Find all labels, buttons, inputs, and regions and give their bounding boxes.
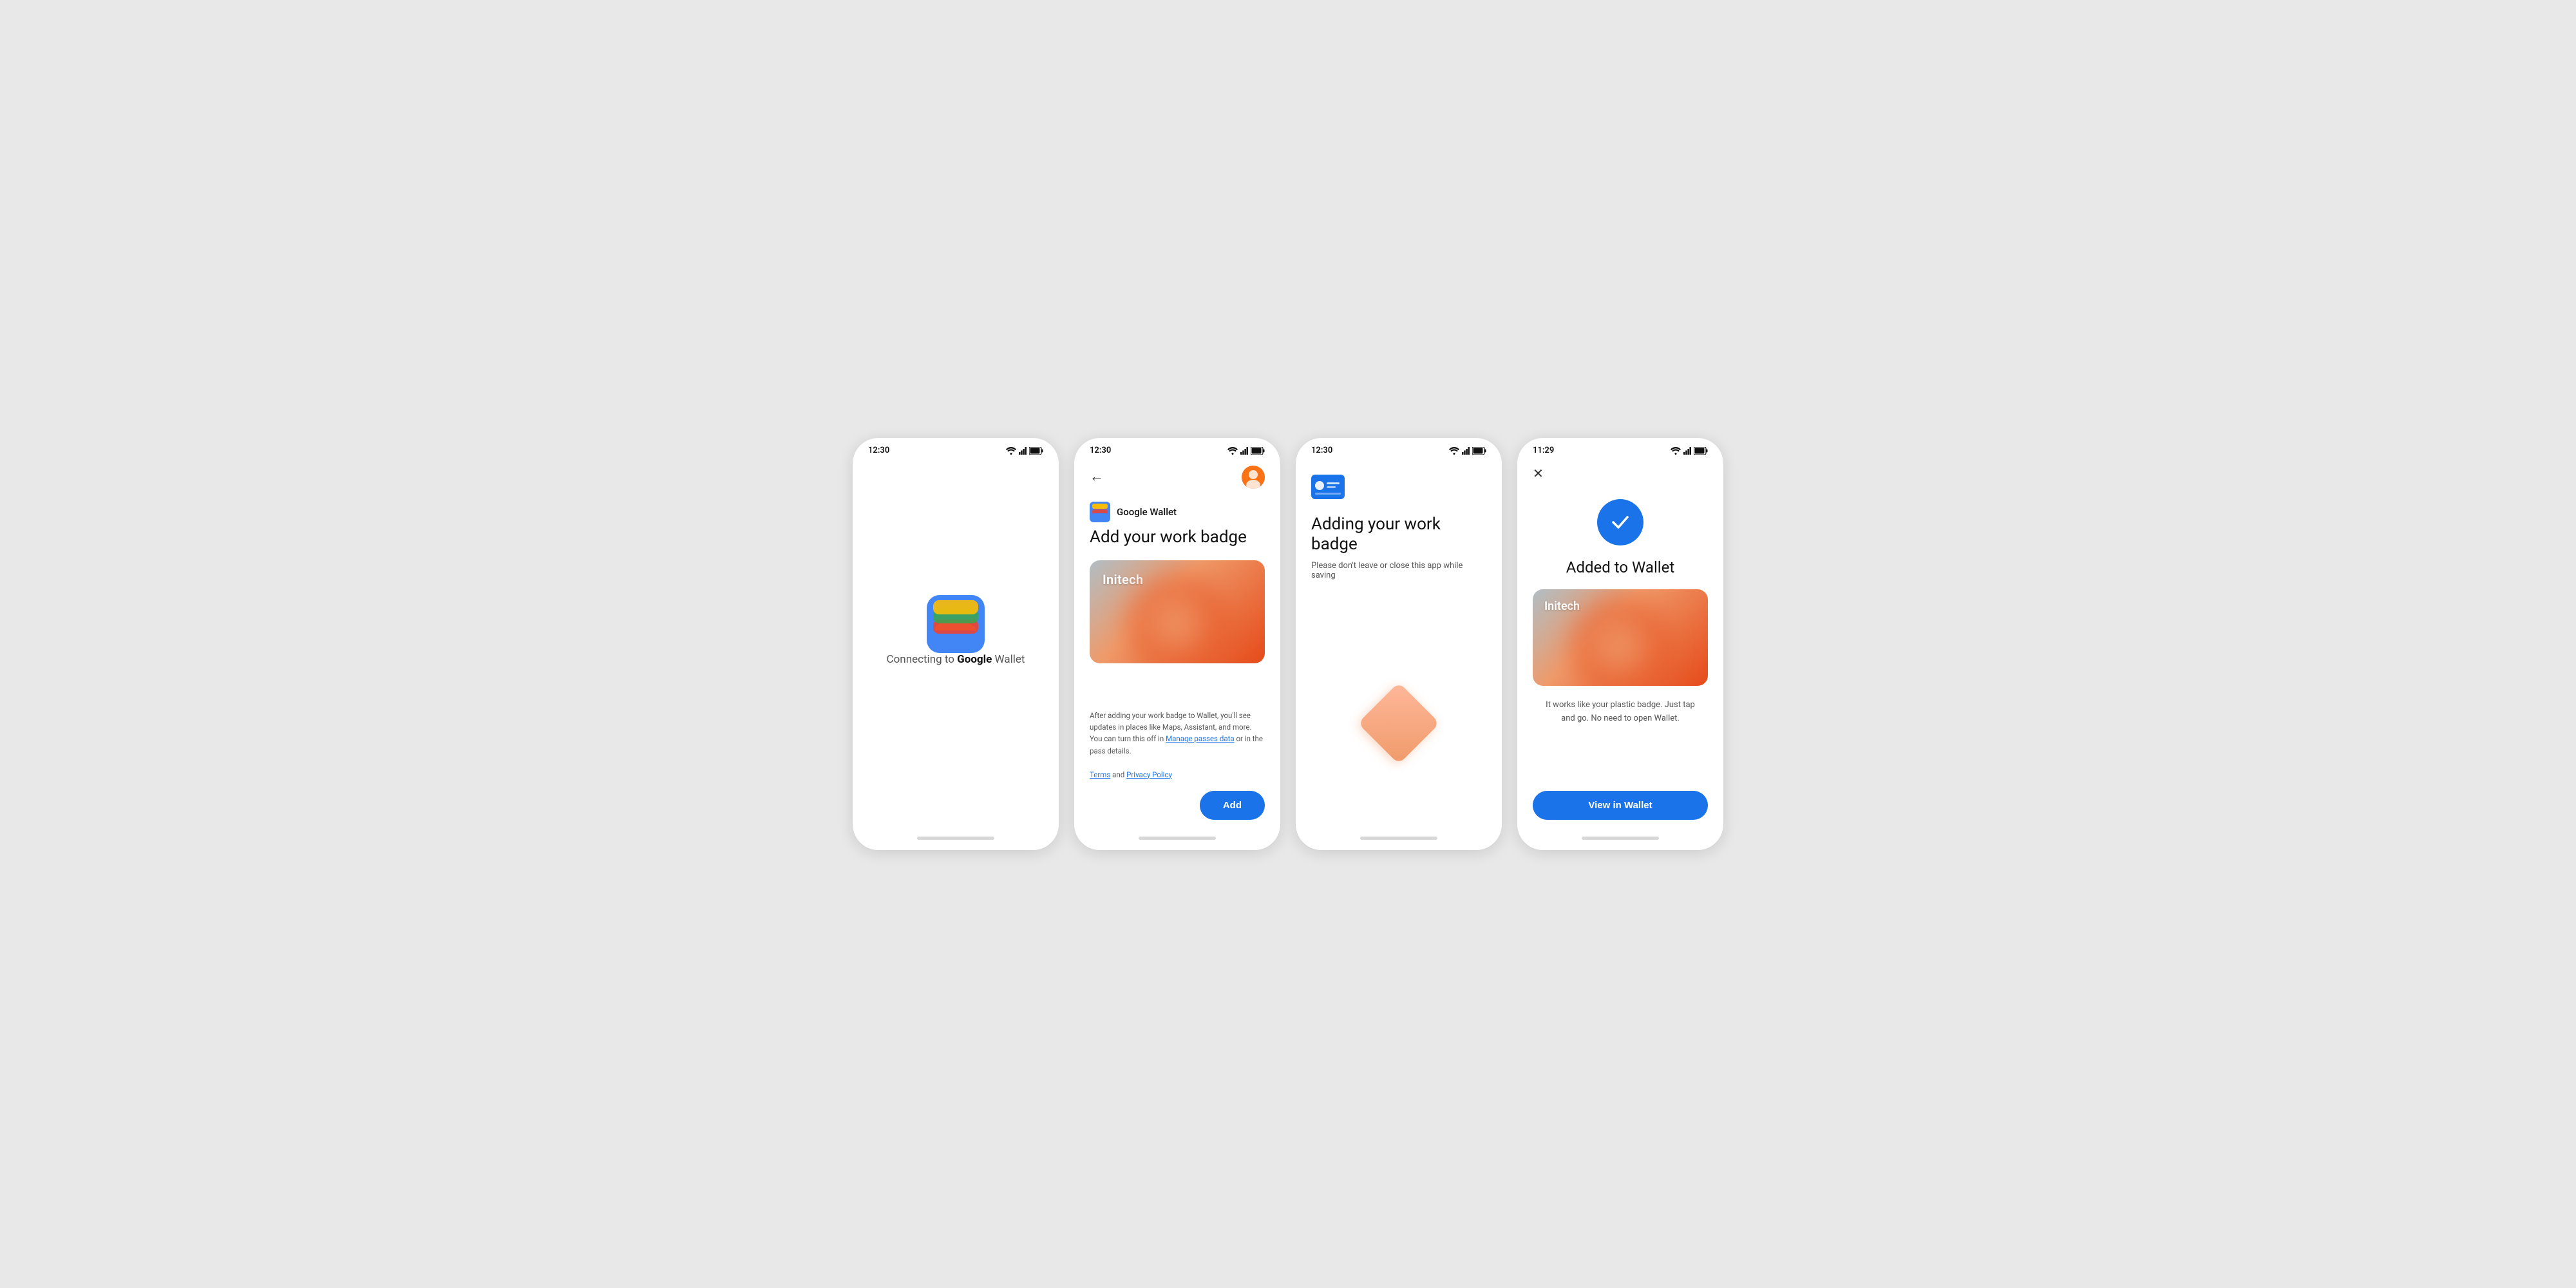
time-3: 12:30 bbox=[1311, 446, 1332, 455]
status-icons-2 bbox=[1227, 447, 1265, 455]
wifi-icon-4 bbox=[1671, 447, 1681, 455]
checkmark-icon bbox=[1609, 511, 1632, 534]
diamond-loader-wrapper bbox=[1311, 632, 1486, 815]
status-icons-4 bbox=[1671, 447, 1708, 455]
google-wallet-logo-text: Google Wallet bbox=[1117, 506, 1177, 518]
home-indicator-2 bbox=[1139, 837, 1216, 840]
diamond-loader bbox=[1358, 683, 1439, 764]
add-button[interactable]: Add bbox=[1200, 791, 1265, 820]
signal-icon-4 bbox=[1683, 447, 1691, 455]
status-bar-2: 12:30 bbox=[1074, 438, 1280, 459]
view-in-wallet-button[interactable]: View in Wallet bbox=[1533, 791, 1708, 820]
wifi-icon bbox=[1006, 447, 1016, 455]
connecting-text: Connecting to Google Wallet bbox=[887, 653, 1025, 666]
badge-card-name-2: Initech bbox=[1103, 572, 1143, 587]
battery-icon-2 bbox=[1251, 447, 1265, 455]
status-bar-1: 12:30 bbox=[853, 438, 1059, 459]
phone-screen-3: 12:30 Adding your work badge Please don'… bbox=[1296, 438, 1502, 850]
back-button[interactable]: ← bbox=[1090, 470, 1104, 484]
phone-screen-1: 12:30 bbox=[853, 438, 1059, 850]
status-icons-3 bbox=[1449, 447, 1486, 455]
phone-screen-2: 12:30 ← Google Wallet Add your work badg… bbox=[1074, 438, 1280, 850]
signal-icon bbox=[1019, 447, 1027, 455]
battery-icon bbox=[1029, 447, 1043, 455]
screen2-content: ← Google Wallet Add your work badge Init… bbox=[1074, 459, 1280, 830]
tap-go-text: It works like your plastic badge. Just t… bbox=[1533, 699, 1708, 726]
badge-card-name-4: Initech bbox=[1544, 600, 1580, 613]
battery-icon-3 bbox=[1472, 447, 1486, 455]
screen3-content: Adding your work badge Please don't leav… bbox=[1296, 459, 1502, 830]
time-4: 11:29 bbox=[1533, 446, 1554, 455]
signal-icon-2 bbox=[1240, 447, 1248, 455]
terms-link[interactable]: Terms bbox=[1090, 770, 1110, 779]
screen4-content: ✕ Added to Wallet Initech It works like … bbox=[1517, 459, 1723, 830]
manage-passes-link[interactable]: Manage passes data bbox=[1166, 734, 1235, 743]
add-badge-title: Add your work badge bbox=[1090, 527, 1265, 547]
close-button[interactable]: ✕ bbox=[1533, 467, 1708, 480]
time-2: 12:30 bbox=[1090, 446, 1111, 455]
badge-card-2: Initech bbox=[1090, 560, 1265, 663]
wifi-icon-2 bbox=[1227, 447, 1238, 455]
avatar bbox=[1242, 466, 1265, 489]
google-wallet-logo-icon bbox=[1090, 502, 1110, 522]
id-card-icon bbox=[1311, 475, 1345, 499]
status-bar-3: 12:30 bbox=[1296, 438, 1502, 459]
privacy-link[interactable]: Privacy Policy bbox=[1126, 770, 1172, 779]
time-1: 12:30 bbox=[868, 446, 889, 455]
wallet-icon bbox=[927, 595, 985, 653]
phone-screen-4: 11:29 ✕ Added to Wallet Initech It works… bbox=[1517, 438, 1723, 850]
success-title: Added to Wallet bbox=[1533, 558, 1708, 576]
id-card-icon-wrapper bbox=[1311, 475, 1486, 502]
adding-title: Adding your work badge bbox=[1311, 515, 1486, 554]
success-icon bbox=[1597, 499, 1643, 545]
home-indicator-4 bbox=[1582, 837, 1659, 840]
adding-subtitle: Please don't leave or close this app whi… bbox=[1311, 561, 1486, 580]
terms-text: After adding your work badge to Wallet, … bbox=[1090, 710, 1265, 781]
home-indicator-1 bbox=[917, 837, 994, 840]
signal-icon-3 bbox=[1462, 447, 1470, 455]
google-wallet-logo-row: Google Wallet bbox=[1090, 502, 1265, 522]
home-indicator-3 bbox=[1360, 837, 1437, 840]
screen2-header: ← bbox=[1090, 466, 1265, 489]
status-icons-1 bbox=[1006, 447, 1043, 455]
battery-icon-4 bbox=[1694, 447, 1708, 455]
wifi-icon-3 bbox=[1449, 447, 1459, 455]
badge-card-4: Initech bbox=[1533, 589, 1708, 686]
status-bar-4: 11:29 bbox=[1517, 438, 1723, 459]
screen1-content: Connecting to Google Wallet bbox=[853, 459, 1059, 830]
